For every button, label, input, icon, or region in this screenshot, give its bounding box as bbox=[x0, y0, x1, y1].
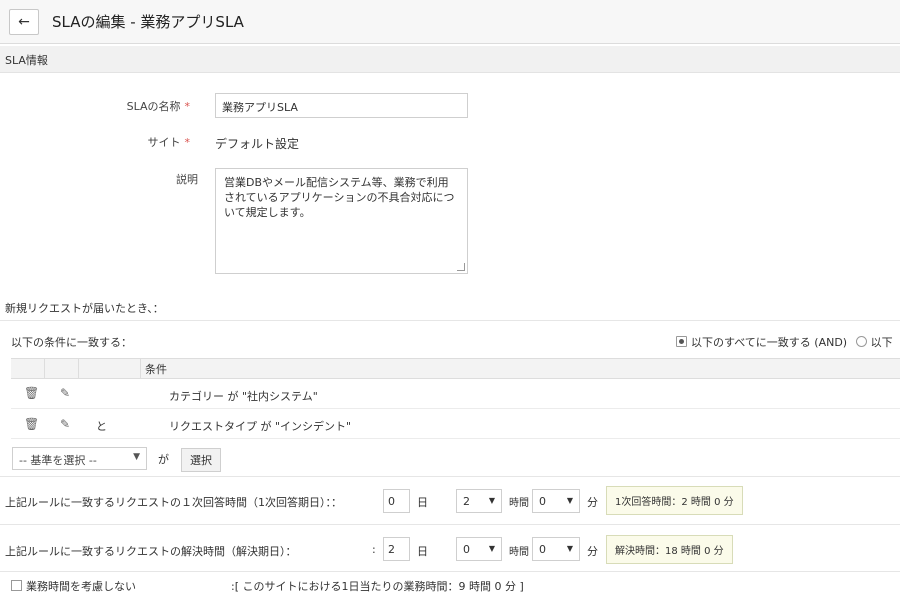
edit-icon[interactable]: ✎ bbox=[60, 386, 70, 400]
radio-and-label: 以下のすべてに一致する (AND) bbox=[691, 336, 848, 349]
description-label: 説明 bbox=[176, 173, 198, 186]
resolution-hours-select[interactable]: 0 ▼ bbox=[456, 537, 502, 561]
trash-icon[interactable]: 🗑︎ bbox=[24, 386, 39, 400]
days-unit: 日 bbox=[417, 496, 428, 509]
name-label-text: SLAの名称 bbox=[126, 100, 181, 113]
resolution-hours-value: 0 bbox=[463, 543, 470, 556]
condition-row-2: リクエストタイプ が "インシデント" bbox=[169, 420, 352, 433]
site-label: サイト * bbox=[0, 134, 191, 150]
column-divider bbox=[78, 358, 79, 378]
match-label: 以下の条件に一致する： bbox=[11, 336, 132, 349]
response-minutes-select[interactable]: 0 ▼ bbox=[532, 489, 580, 513]
divider bbox=[0, 476, 900, 477]
column-divider bbox=[140, 358, 141, 378]
radio-or[interactable] bbox=[855, 336, 867, 347]
criteria-select[interactable]: -- 基準を選択 -- ▼ bbox=[12, 447, 147, 470]
new-request-label: 新規リクエストが届いたとき、： bbox=[5, 302, 164, 315]
condition-row-1: カテゴリー が "社内システム" bbox=[169, 390, 318, 403]
condition-column-header: 条件 bbox=[145, 363, 167, 376]
resolution-time-summary: 解決時間：18 時間 0 分 bbox=[606, 535, 733, 564]
section-title: SLA情報 bbox=[5, 54, 48, 67]
resize-handle[interactable] bbox=[457, 263, 465, 271]
chevron-down-icon: ▼ bbox=[566, 496, 573, 505]
condition-conjunction: と bbox=[96, 420, 107, 433]
trash-icon[interactable]: 🗑︎ bbox=[24, 417, 39, 431]
colon: : bbox=[372, 543, 376, 556]
divider bbox=[0, 571, 900, 572]
resolution-days-input[interactable]: 2 bbox=[383, 537, 410, 561]
response-time-label: 上記ルールに一致するリクエストの１次回答時間（1次回答期日）：： bbox=[5, 496, 342, 509]
select-button[interactable]: 選択 bbox=[181, 448, 221, 472]
arrow-left-icon: ← bbox=[18, 14, 30, 30]
site-label-text: サイト bbox=[147, 136, 181, 149]
response-hours-value: 2 bbox=[463, 495, 470, 508]
resolution-minutes-value: 0 bbox=[539, 543, 546, 556]
page-title: SLAの編集 - 業務アプリSLA bbox=[52, 13, 244, 31]
ga-label: が bbox=[158, 453, 169, 466]
edit-icon[interactable]: ✎ bbox=[60, 417, 70, 431]
row-divider bbox=[11, 408, 900, 409]
page-header: ← SLAの編集 - 業務アプリSLA bbox=[0, 0, 900, 44]
criteria-select-value: -- 基準を選択 -- bbox=[19, 454, 97, 467]
name-label: SLAの名称 * bbox=[0, 98, 190, 114]
back-button[interactable]: ← bbox=[9, 9, 39, 35]
resolution-minutes-select[interactable]: 0 ▼ bbox=[532, 537, 580, 561]
match-mode-options: 以下のすべてに一致する (AND) 以下 bbox=[676, 334, 893, 350]
radio-and[interactable] bbox=[676, 336, 687, 347]
chevron-down-icon: ▼ bbox=[133, 452, 140, 462]
minutes-unit: 分 bbox=[587, 545, 598, 558]
response-hours-select[interactable]: 2 ▼ bbox=[456, 489, 502, 513]
divider bbox=[0, 524, 900, 525]
response-minutes-value: 0 bbox=[539, 495, 546, 508]
ignore-hours-checkbox[interactable] bbox=[11, 580, 22, 591]
radio-or-label: 以下 bbox=[870, 336, 893, 349]
chevron-down-icon: ▼ bbox=[488, 496, 495, 505]
description-text: 営業DBやメール配信システム等、業務で利用されているアプリケーションの不具合対応… bbox=[224, 176, 455, 219]
required-marker: * bbox=[184, 136, 191, 149]
column-divider bbox=[44, 358, 45, 378]
business-hours-note: :[ このサイトにおける1日当たりの業務時間：9 時間 0 分 ] bbox=[231, 580, 524, 593]
description-textarea[interactable]: 営業DBやメール配信システム等、業務で利用されているアプリケーションの不具合対応… bbox=[215, 168, 468, 274]
ignore-hours-label: 業務時間を考慮しない bbox=[26, 580, 136, 593]
hours-unit: 時間 bbox=[509, 498, 529, 509]
ignore-hours-option: 業務時間を考慮しない bbox=[11, 578, 136, 594]
sla-name-input[interactable]: 業務アプリSLA bbox=[215, 93, 468, 118]
days-unit: 日 bbox=[417, 545, 428, 558]
response-days-input[interactable]: 0 bbox=[383, 489, 410, 513]
row-divider bbox=[11, 438, 900, 439]
section-header: SLA情報 bbox=[0, 46, 900, 73]
required-marker: * bbox=[184, 100, 191, 113]
hours-unit: 時間 bbox=[509, 547, 529, 558]
response-time-summary: 1次回答時間：2 時間 0 分 bbox=[606, 486, 743, 515]
chevron-down-icon: ▼ bbox=[488, 544, 495, 553]
resolution-time-label: 上記ルールに一致するリクエストの解決時間（解決期日）： bbox=[5, 545, 297, 558]
site-value: デフォルト設定 bbox=[215, 137, 300, 151]
chevron-down-icon: ▼ bbox=[566, 544, 573, 553]
divider bbox=[0, 320, 900, 321]
minutes-unit: 分 bbox=[587, 496, 598, 509]
